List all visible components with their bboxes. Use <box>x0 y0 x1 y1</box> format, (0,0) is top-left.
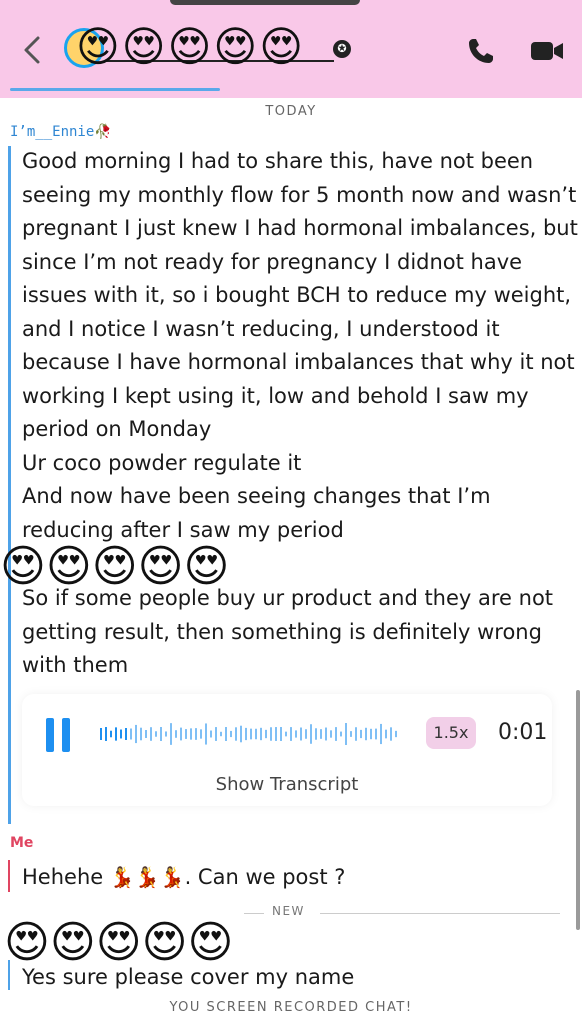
waveform-bar <box>310 724 312 744</box>
waveform-bar <box>170 723 172 745</box>
waveform-bar <box>345 723 347 745</box>
message-text: So if some people buy ur product and the… <box>22 586 554 677</box>
waveform-bar <box>320 729 322 739</box>
waveform-bar <box>185 729 187 739</box>
waveform-bar <box>205 723 207 745</box>
me-accent-bar <box>8 860 10 892</box>
scrollbar[interactable] <box>576 690 580 930</box>
voice-note: 1.5x 0:01 Show Transcript <box>22 694 552 806</box>
waveform-bar <box>265 729 267 739</box>
waveform-bar <box>395 730 397 738</box>
waveform-bar <box>240 725 242 743</box>
me-message-part: . Can we post ? <box>184 865 346 889</box>
waveform-bar <box>325 727 327 741</box>
waveform-bar <box>125 728 127 740</box>
waveform-bar <box>220 731 222 737</box>
waveform-bar <box>115 727 117 741</box>
friend-badge-icon: ✪ <box>333 40 351 58</box>
message-text-me: Hehehe 💃💃💃. Can we post ? <box>22 860 345 894</box>
waveform-bar <box>150 727 152 741</box>
divider <box>320 913 560 914</box>
waveform-bar <box>275 727 277 741</box>
status-notch <box>170 0 360 5</box>
waveform-bar <box>225 727 227 741</box>
waveform-bar <box>350 731 352 737</box>
chat-header: 😍 😍 😍 😍 😍 ✪ <box>0 0 582 98</box>
waveform-bar <box>160 727 162 741</box>
waveform-bar <box>180 727 182 741</box>
voice-duration: 0:01 <box>498 720 548 745</box>
waveform-bar <box>235 727 237 741</box>
screen-record-notice: YOU SCREEN RECORDED CHAT! <box>169 1000 413 1015</box>
waveform-bar <box>245 727 247 741</box>
back-icon[interactable] <box>20 34 46 66</box>
pause-icon[interactable] <box>46 718 72 752</box>
waveform-bar <box>335 727 337 741</box>
sender-accent-bar <box>8 960 10 990</box>
sender-accent-bar <box>8 146 11 824</box>
sender-name-me: Me <box>10 835 34 851</box>
message-text: Good morning I had to share this, have n… <box>22 149 578 542</box>
waveform[interactable] <box>100 714 400 754</box>
waveform-bar <box>145 730 147 738</box>
waveform-bar <box>290 727 292 741</box>
waveform-bar <box>135 724 137 744</box>
new-label: NEW <box>272 904 305 918</box>
waveform-bar <box>100 728 102 740</box>
waveform-bar <box>250 728 252 740</box>
heart-eyes-emoji: 😍 <box>167 22 212 71</box>
waveform-bar <box>155 731 157 737</box>
waveform-bar <box>380 723 382 745</box>
waveform-bar <box>195 728 197 740</box>
waveform-bar <box>370 728 372 740</box>
day-separator: TODAY <box>265 104 317 119</box>
waveform-bar <box>200 729 202 739</box>
waveform-bar <box>385 729 387 739</box>
waveform-bar <box>360 729 362 739</box>
waveform-bar <box>355 727 357 741</box>
sender-name-other: I’m__Ennie🥀 <box>10 124 112 140</box>
waveform-bar <box>315 728 317 740</box>
waveform-bar <box>130 728 132 740</box>
waveform-bar <box>260 727 262 741</box>
waveform-bar <box>105 727 107 741</box>
waveform-bar <box>330 730 332 738</box>
waveform-bar <box>255 728 257 740</box>
waveform-bar <box>300 727 302 741</box>
waveform-bar <box>140 727 142 741</box>
waveform-bar <box>215 727 217 741</box>
heart-eyes-emoji: 😍 <box>259 22 303 71</box>
waveform-bar <box>230 730 232 738</box>
me-message-part: Hehehe <box>22 865 110 889</box>
divider <box>244 913 264 914</box>
waveform-bar <box>190 728 192 740</box>
waveform-bar <box>210 730 212 738</box>
phone-icon[interactable] <box>466 36 496 66</box>
heart-eyes-emoji: 😍 <box>213 22 258 71</box>
waveform-bar <box>110 730 112 738</box>
waveform-bar <box>120 729 122 739</box>
waveform-bar <box>175 730 177 738</box>
heart-eyes-emoji: 😍 <box>121 22 166 71</box>
contact-name-emojis[interactable]: 😍 😍 😍 😍 😍 <box>76 22 303 72</box>
header-progress-line <box>10 88 220 91</box>
show-transcript-button[interactable]: Show Transcript <box>22 774 552 795</box>
waveform-bar <box>165 731 167 737</box>
waveform-bar <box>375 728 377 740</box>
waveform-bar <box>365 727 367 741</box>
video-icon[interactable] <box>530 38 564 64</box>
waveform-bar <box>295 730 297 738</box>
playback-speed-button[interactable]: 1.5x <box>426 717 476 749</box>
waveform-bar <box>340 731 342 737</box>
waveform-bar <box>280 727 282 741</box>
heart-eyes-emoji: 😍 <box>76 22 120 71</box>
dancer-emojis: 💃💃💃 <box>109 865 185 889</box>
waveform-bar <box>390 727 392 741</box>
waveform-bar <box>305 729 307 739</box>
waveform-bar <box>270 727 272 741</box>
message-text: Yes sure please cover my name <box>22 965 355 989</box>
waveform-bar <box>285 731 287 737</box>
